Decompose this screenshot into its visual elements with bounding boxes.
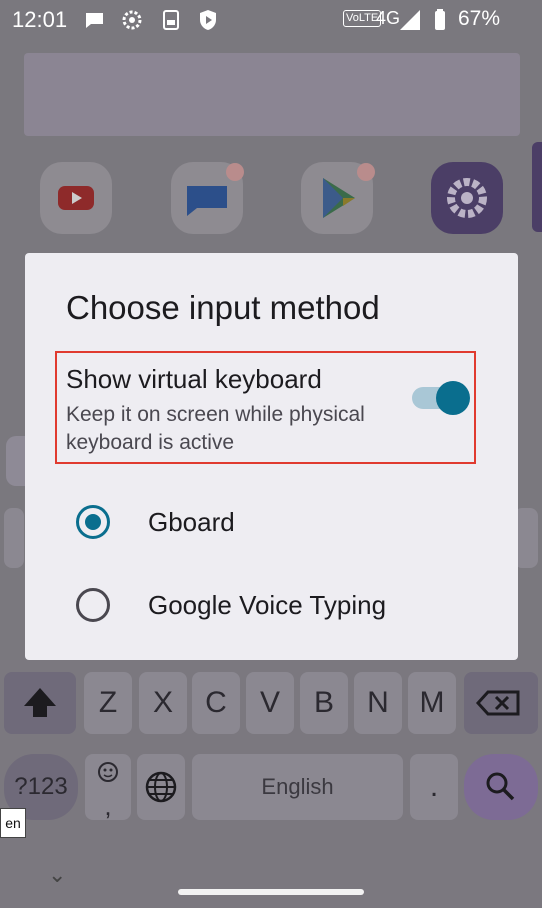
option-label: Gboard xyxy=(148,507,235,537)
globe-icon xyxy=(145,771,177,803)
youtube-app-icon xyxy=(40,162,112,234)
chat-bubble-icon xyxy=(85,13,103,28)
shift-key[interactable] xyxy=(4,672,76,734)
virtual-keyboard-title: Show virtual keyboard xyxy=(66,364,322,394)
network-type: 4G xyxy=(376,8,401,28)
space-key[interactable]: English xyxy=(192,754,403,820)
search-icon xyxy=(486,772,515,801)
status-time: 12:01 xyxy=(12,7,68,32)
background-key xyxy=(4,508,24,568)
virtual-keyboard-toggle[interactable] xyxy=(412,381,474,415)
shield-icon xyxy=(200,10,216,30)
language-key[interactable] xyxy=(137,754,185,820)
emoji-icon xyxy=(98,762,118,782)
option-google-voice-typing[interactable]: Google Voice Typing xyxy=(25,566,518,646)
battery-icon xyxy=(435,9,445,30)
key-x[interactable]: X xyxy=(139,672,187,734)
key-n[interactable]: N xyxy=(354,672,402,734)
status-bar: 12:01 VoLTE 4G 67% xyxy=(0,0,542,40)
virtual-keyboard-subtitle: Keep it on screen while physical keyboar… xyxy=(66,403,365,454)
toggle-thumb xyxy=(436,381,470,415)
notification-badge xyxy=(357,163,375,181)
radio-button[interactable] xyxy=(76,588,110,622)
input-method-dialog: Choose input method Show virtual keyboar… xyxy=(25,253,518,660)
battery-percent: 67% xyxy=(457,7,500,30)
option-label: Google Voice Typing xyxy=(148,590,387,620)
period-key[interactable]: . xyxy=(410,754,458,820)
key-v[interactable]: V xyxy=(246,672,294,734)
signal-icon xyxy=(400,10,420,30)
key-z[interactable]: Z xyxy=(84,672,132,734)
background-pill xyxy=(6,436,26,486)
option-gboard[interactable]: Gboard xyxy=(25,483,518,563)
notification-badge xyxy=(226,163,244,181)
sd-card-icon xyxy=(163,10,179,30)
key-m[interactable]: M xyxy=(408,672,456,734)
search-widget xyxy=(24,53,520,136)
language-indicator: en xyxy=(0,808,26,838)
radio-button-selected[interactable] xyxy=(76,505,110,539)
comma-label: , xyxy=(104,791,112,821)
settings-app-icon xyxy=(431,162,503,234)
dialog-title: Choose input method xyxy=(66,289,380,326)
navigation-home-bar[interactable] xyxy=(178,889,364,895)
key-c[interactable]: C xyxy=(192,672,240,734)
gear-icon xyxy=(122,10,142,30)
key-b[interactable]: B xyxy=(300,672,348,734)
search-key[interactable] xyxy=(464,754,538,820)
edge-panel-handle xyxy=(532,142,542,232)
chevron-down-icon[interactable]: ⌄ xyxy=(48,862,66,888)
emoji-comma-key[interactable]: , xyxy=(85,754,131,820)
backspace-key[interactable] xyxy=(464,672,538,734)
